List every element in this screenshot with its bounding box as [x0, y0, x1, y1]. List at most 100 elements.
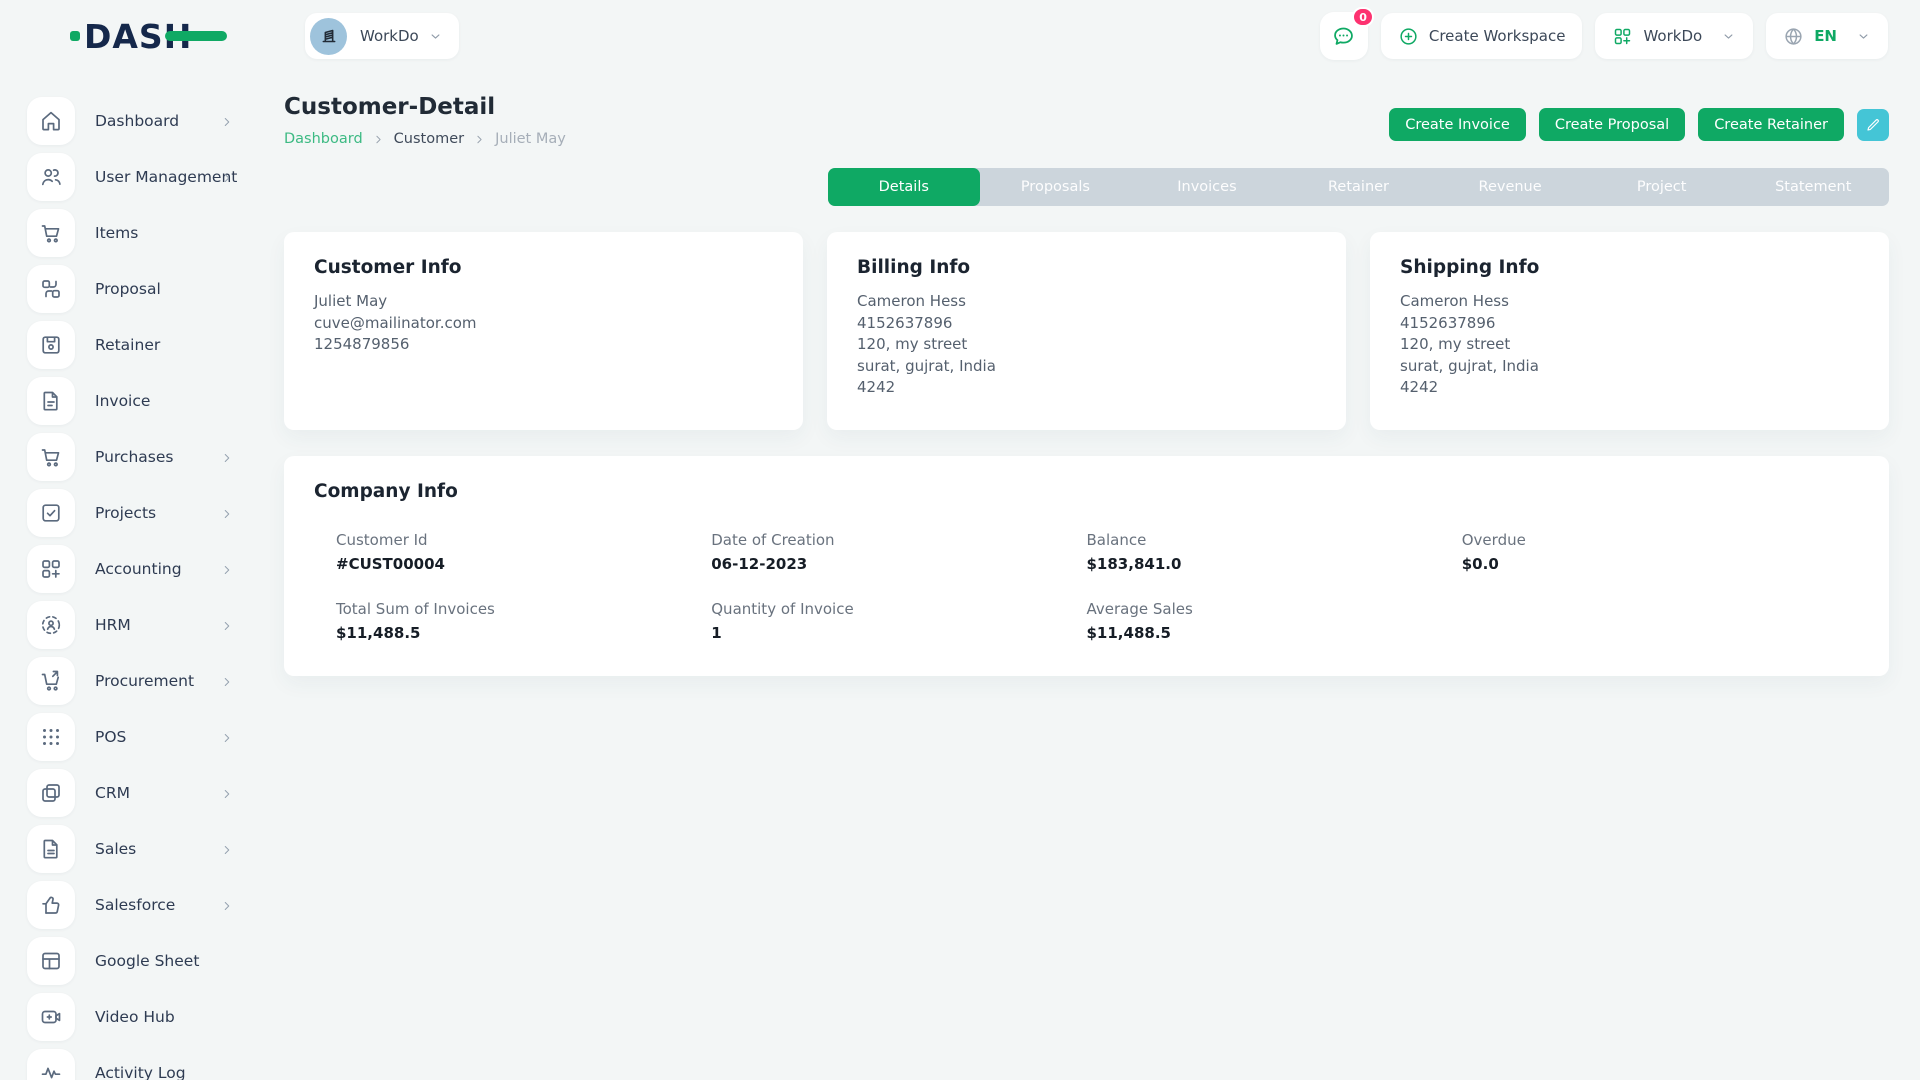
company-field-quantity-of-invoice: Quantity of Invoice1 [711, 600, 1086, 642]
sidebar-item-video-hub[interactable]: Video Hub [0, 989, 276, 1045]
card-line: Cameron Hess [857, 291, 1316, 313]
field-value: $11,488.5 [1087, 624, 1462, 642]
billing-info-card: Billing InfoCameron Hess4152637896120, m… [827, 232, 1346, 430]
sidebar-item-label: Activity Log [95, 1064, 186, 1080]
field-label: Total Sum of Invoices [336, 600, 711, 618]
tab-retainer[interactable]: Retainer [1283, 168, 1435, 206]
breadcrumb-customer[interactable]: Customer [394, 131, 464, 147]
plus-circle-icon [1398, 26, 1419, 47]
sidebar-item-items[interactable]: Items [0, 205, 276, 261]
card-line: 1254879856 [314, 334, 773, 356]
sidebar-item-invoice[interactable]: Invoice [0, 373, 276, 429]
messages-badge: 0 [1352, 7, 1374, 27]
sidebar-item-user-management[interactable]: User Management [0, 149, 276, 205]
sidebar-item-purchases[interactable]: Purchases [0, 429, 276, 485]
file-text-icon [27, 377, 75, 425]
building-icon [310, 18, 347, 55]
sidebar-item-accounting[interactable]: Accounting [0, 541, 276, 597]
sidebar-item-label: Purchases [95, 448, 173, 466]
person-circle-icon [27, 601, 75, 649]
card-title: Customer Info [314, 257, 773, 278]
chevron-right-icon [220, 730, 234, 744]
card-line: 120, my street [857, 334, 1316, 356]
customer-info-card: Customer InfoJuliet Maycuve@mailinator.c… [284, 232, 803, 430]
sidebar-item-crm[interactable]: CRM [0, 765, 276, 821]
sidebar-item-sales[interactable]: Sales [0, 821, 276, 877]
sidebar-item-projects[interactable]: Projects [0, 485, 276, 541]
main-content: Customer-Detail Dashboard Customer Juliet … [284, 72, 1889, 676]
create-invoice-button[interactable]: Create Invoice [1389, 108, 1526, 141]
sidebar-item-google-sheet[interactable]: Google Sheet [0, 933, 276, 989]
sidebar-item-dashboard[interactable]: Dashboard [0, 93, 276, 149]
check-square-icon [27, 489, 75, 537]
card-line: 4242 [857, 377, 1316, 399]
page-title: Customer-Detail [284, 94, 566, 120]
users-icon [27, 153, 75, 201]
create-retainer-button[interactable]: Create Retainer [1698, 108, 1844, 141]
sidebar-item-label: Procurement [95, 672, 194, 690]
tab-statement[interactable]: Statement [1737, 168, 1889, 206]
chevron-right-icon [220, 842, 234, 856]
chevron-right-icon [220, 786, 234, 800]
tab-details[interactable]: Details [828, 168, 980, 206]
company-field-balance: Balance$183,841.0 [1087, 531, 1462, 573]
card-line: 4152637896 [857, 313, 1316, 335]
sidebar-item-label: Salesforce [95, 896, 175, 914]
field-value: 1 [711, 624, 1086, 642]
card-line: cuve@mailinator.com [314, 313, 773, 335]
sidebar-item-salesforce[interactable]: Salesforce [0, 877, 276, 933]
logo-bar [165, 31, 227, 41]
company-field-customer-id: Customer Id#CUST00004 [336, 531, 711, 573]
language-selector[interactable]: EN [1766, 13, 1888, 59]
sidebar-item-label: User Management [95, 168, 237, 186]
messages-button[interactable]: 0 [1320, 12, 1368, 60]
tab-proposals[interactable]: Proposals [980, 168, 1132, 206]
tab-revenue[interactable]: Revenue [1434, 168, 1586, 206]
overlap-squares-icon [27, 769, 75, 817]
table-icon [27, 937, 75, 985]
field-value: #CUST00004 [336, 555, 711, 573]
workspace-selector[interactable]: WorkDo [305, 13, 459, 59]
file-icon [27, 825, 75, 873]
app-switcher-label: WorkDo [1643, 27, 1702, 45]
company-field-average-sales: Average Sales $11,488.5 [1087, 600, 1462, 642]
chevron-right-icon [473, 133, 486, 146]
chevron-right-icon [220, 506, 234, 520]
create-proposal-button[interactable]: Create Proposal [1539, 108, 1685, 141]
grid-plus-icon [27, 545, 75, 593]
field-label: Date of Creation [711, 531, 1086, 549]
logo-dot [70, 31, 80, 41]
card-title: Shipping Info [1400, 257, 1859, 278]
sidebar-item-pos[interactable]: POS [0, 709, 276, 765]
sidebar-item-label: Dashboard [95, 112, 179, 130]
field-label: Overdue [1462, 531, 1837, 549]
sidebar-item-label: Items [95, 224, 138, 242]
thumbs-up-icon [27, 881, 75, 929]
sidebar-item-hrm[interactable]: HRM [0, 597, 276, 653]
company-info-card: Company Info Customer Id#CUST00004Date o… [284, 456, 1889, 676]
field-value: 06-12-2023 [711, 555, 1086, 573]
field-label: Average Sales [1087, 600, 1462, 618]
card-line: surat, gujrat, India [857, 356, 1316, 378]
sidebar-item-procurement[interactable]: Procurement [0, 653, 276, 709]
top-header: DASH WorkDo 0 Create Workspace WorkDo EN [0, 0, 1920, 72]
card-line: 4152637896 [1400, 313, 1859, 335]
sidebar-item-proposal[interactable]: Proposal [0, 261, 276, 317]
chevron-right-icon [220, 674, 234, 688]
edit-customer-button[interactable] [1857, 109, 1889, 141]
chevron-right-icon [220, 114, 234, 128]
app-switcher-button[interactable]: WorkDo [1595, 13, 1753, 59]
sidebar-item-activity-log[interactable]: Activity Log [0, 1045, 276, 1080]
sidebar-item-label: Invoice [95, 392, 150, 410]
swap-squares-icon [27, 265, 75, 313]
breadcrumb-juliet-may: Juliet May [495, 131, 566, 147]
sidebar-item-retainer[interactable]: Retainer [0, 317, 276, 373]
globe-icon [1783, 26, 1804, 47]
tab-project[interactable]: Project [1586, 168, 1738, 206]
tab-invoices[interactable]: Invoices [1131, 168, 1283, 206]
activity-icon [27, 1049, 75, 1080]
breadcrumb-dashboard[interactable]: Dashboard [284, 131, 363, 147]
create-workspace-button[interactable]: Create Workspace [1381, 13, 1583, 59]
chevron-down-icon [428, 29, 443, 44]
field-value: $183,841.0 [1087, 555, 1462, 573]
